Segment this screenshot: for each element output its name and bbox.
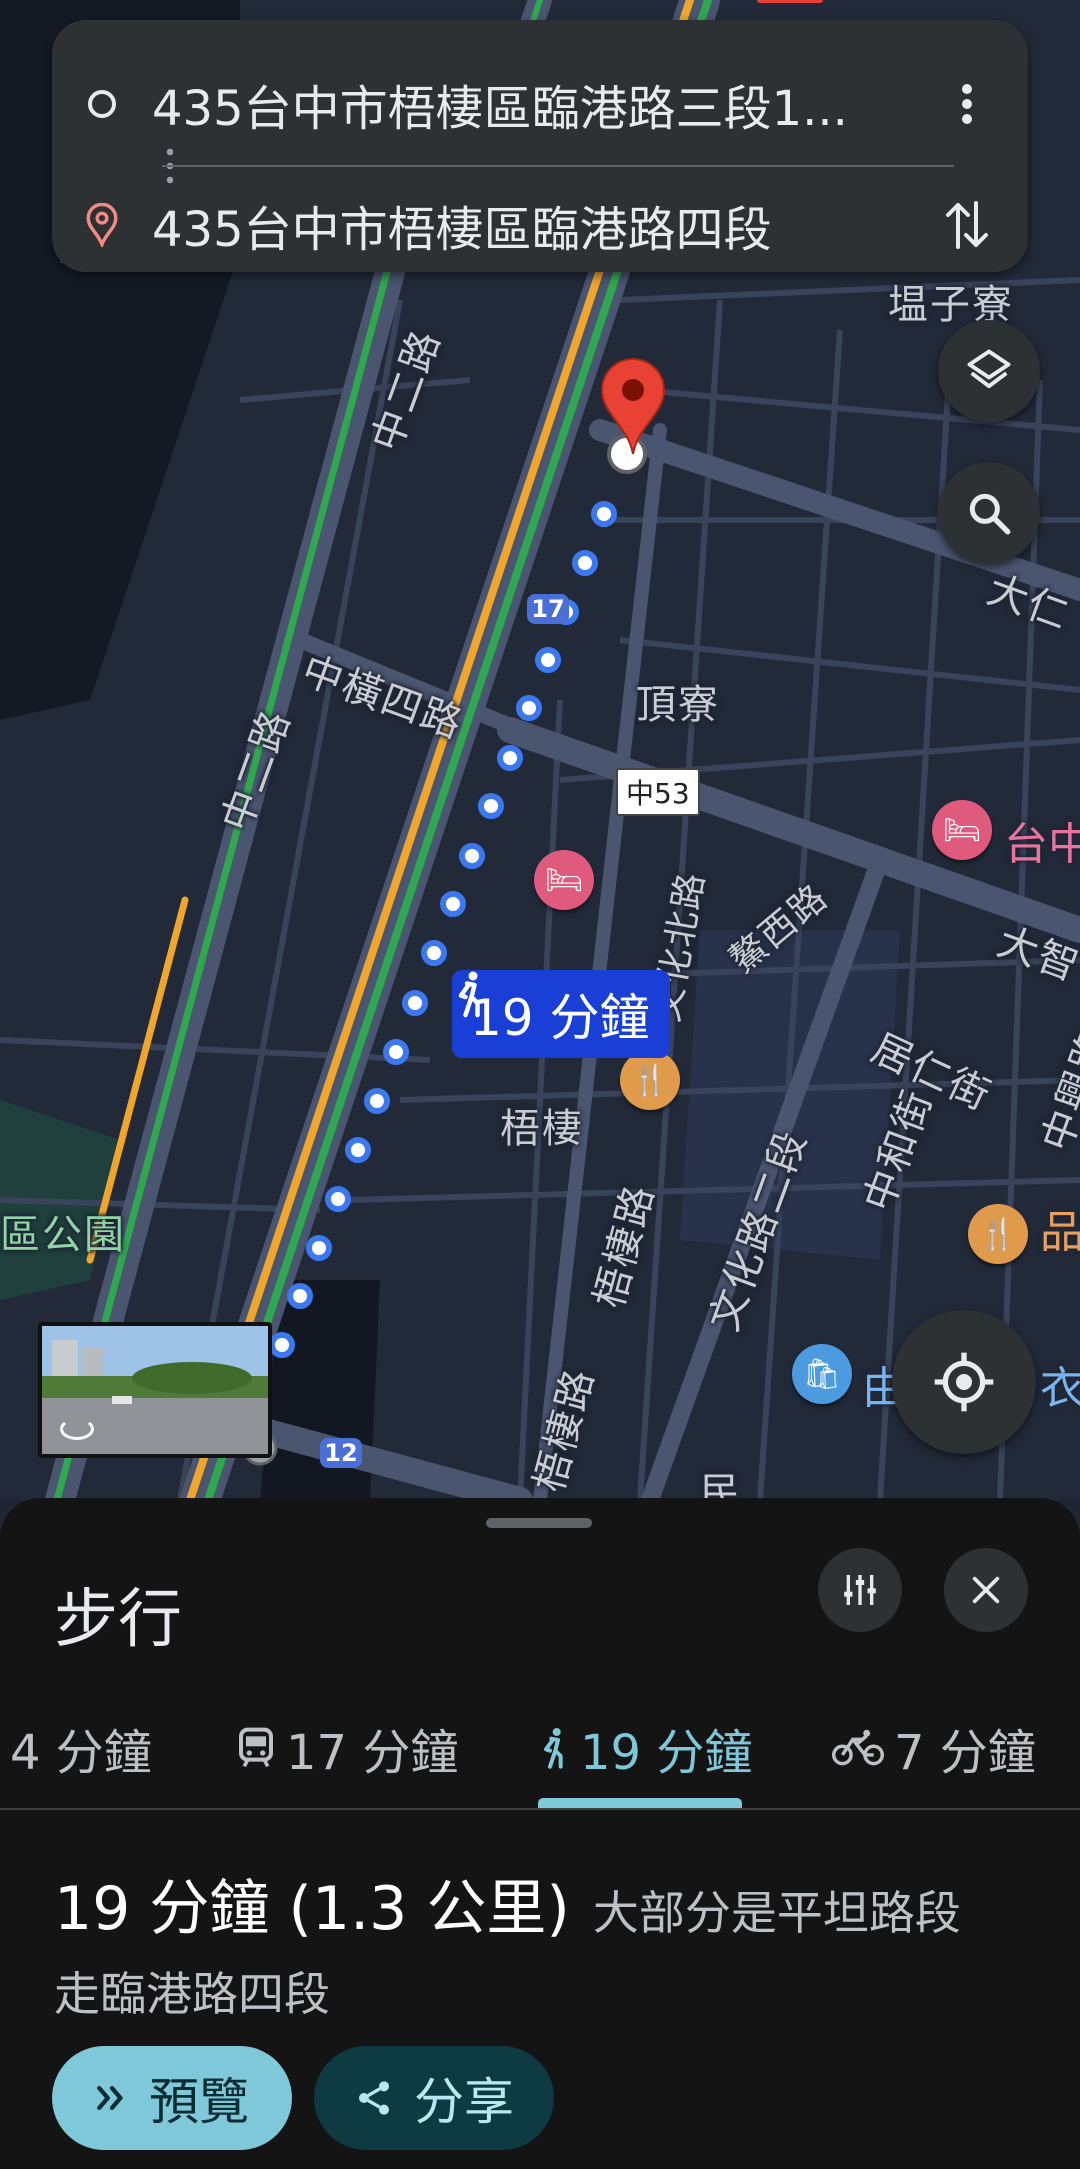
- route-zhong53-shield: 中53: [616, 768, 700, 816]
- restaurant-poi-icon[interactable]: 🍴: [620, 1050, 680, 1110]
- map-label: 區公園: [0, 1212, 126, 1258]
- bike-icon: [832, 1729, 884, 1766]
- restaurant-poi-icon[interactable]: 🍴: [968, 1204, 1028, 1264]
- poi-label[interactable]: 衣: [1040, 1352, 1080, 1416]
- street-view-thumbnail[interactable]: [38, 1322, 272, 1458]
- origin-circle-icon: [88, 90, 116, 118]
- close-button[interactable]: [944, 1548, 1028, 1632]
- tab-drive[interactable]: 4 分鐘: [10, 1688, 152, 1808]
- swap-direction-button[interactable]: [924, 182, 1010, 268]
- tune-icon: [844, 1575, 876, 1605]
- close-icon: [972, 1576, 1000, 1604]
- walk-icon: [544, 1728, 563, 1769]
- route-12-shield: 12: [320, 1438, 362, 1468]
- poi-label[interactable]: 台中: [1004, 808, 1080, 872]
- transit-icon: [239, 1727, 273, 1768]
- my-location-button[interactable]: [892, 1310, 1036, 1454]
- destination-pin-icon[interactable]: [598, 356, 668, 456]
- travel-mode-title: 步行: [54, 1583, 182, 1657]
- hotel-poi-icon[interactable]: 🛏: [534, 850, 594, 910]
- route-17-shield: 17: [527, 594, 569, 624]
- directions-search-card: 435台中市梧棲區臨港路三段1... 435台中市梧棲區臨港路四段: [52, 20, 1028, 272]
- route-duration-distance: 19 分鐘 (1.3 公里): [54, 1874, 570, 1944]
- route-via: 走臨港路四段: [54, 1967, 330, 2021]
- tab-drive-label: 4 分鐘: [10, 1725, 152, 1781]
- travel-mode-tabs: 4 分鐘 17 分鐘 19 分鐘 7 分鐘: [0, 1688, 1080, 1810]
- more-options-button[interactable]: [924, 61, 1010, 147]
- poi-label[interactable]: 品: [1040, 1196, 1080, 1260]
- share-button-label: 分享: [414, 2073, 514, 2131]
- tab-bike-label: 7 分鐘: [894, 1725, 1036, 1781]
- walk-icon: [458, 971, 480, 1018]
- destination-row[interactable]: 435台中市梧棲區臨港路四段: [52, 180, 1028, 270]
- tab-transit[interactable]: 17 分鐘: [236, 1688, 458, 1808]
- directions-bottom-sheet: 步行 4 分鐘 17 分鐘 19 分鐘 7 分鐘 19 分鐘 (1.3 公里) …: [0, 1498, 1080, 2169]
- map-label: 民: [700, 1470, 742, 1500]
- tab-transit-label: 17 分鐘: [286, 1725, 459, 1781]
- walk-duration-callout[interactable]: 19 分鐘: [452, 970, 670, 1058]
- hotel-poi-icon[interactable]: 🛏: [932, 800, 992, 860]
- walk-callout-label: 19 分鐘: [470, 989, 650, 1047]
- preview-button-label: 預覽: [149, 2073, 249, 2131]
- tab-walk-label: 19 分鐘: [580, 1725, 753, 1781]
- origin-field[interactable]: 435台中市梧棲區臨港路三段1...: [152, 69, 924, 139]
- map-label: 梧棲: [500, 1106, 584, 1152]
- route-options-button[interactable]: [818, 1548, 902, 1632]
- active-tab-indicator: [538, 1798, 742, 1808]
- destination-pin-outline-icon: [86, 203, 118, 247]
- destination-field[interactable]: 435台中市梧棲區臨港路四段: [152, 190, 924, 260]
- double-chevron-right-icon: [97, 2085, 123, 2111]
- search-icon: [969, 493, 1011, 535]
- layers-button[interactable]: [938, 320, 1040, 422]
- preview-button[interactable]: 預覽: [52, 2046, 292, 2150]
- share-icon: [359, 2081, 389, 2115]
- layers-icon: [967, 349, 1011, 389]
- rotate-360-icon: [60, 1418, 94, 1440]
- tab-bike[interactable]: 7 分鐘: [832, 1688, 1036, 1808]
- my-location-icon: [934, 1352, 994, 1412]
- drag-handle[interactable]: [486, 1518, 592, 1528]
- tab-walk[interactable]: 19 分鐘: [538, 1688, 752, 1808]
- shopping-poi-icon[interactable]: 🛍: [792, 1344, 852, 1404]
- origin-row[interactable]: 435台中市梧棲區臨港路三段1...: [52, 54, 1028, 154]
- more-vert-icon: [962, 84, 972, 124]
- swap-vert-icon: [946, 201, 988, 249]
- share-button[interactable]: 分享: [314, 2046, 554, 2150]
- route-summary: 19 分鐘 (1.3 公里) 大部分是平坦路段: [54, 1860, 961, 1947]
- map-label: 頂寮: [636, 682, 720, 728]
- route-terrain-note: 大部分是平坦路段: [592, 1886, 961, 1940]
- search-along-route-button[interactable]: [938, 462, 1040, 564]
- search-divider: [162, 165, 954, 167]
